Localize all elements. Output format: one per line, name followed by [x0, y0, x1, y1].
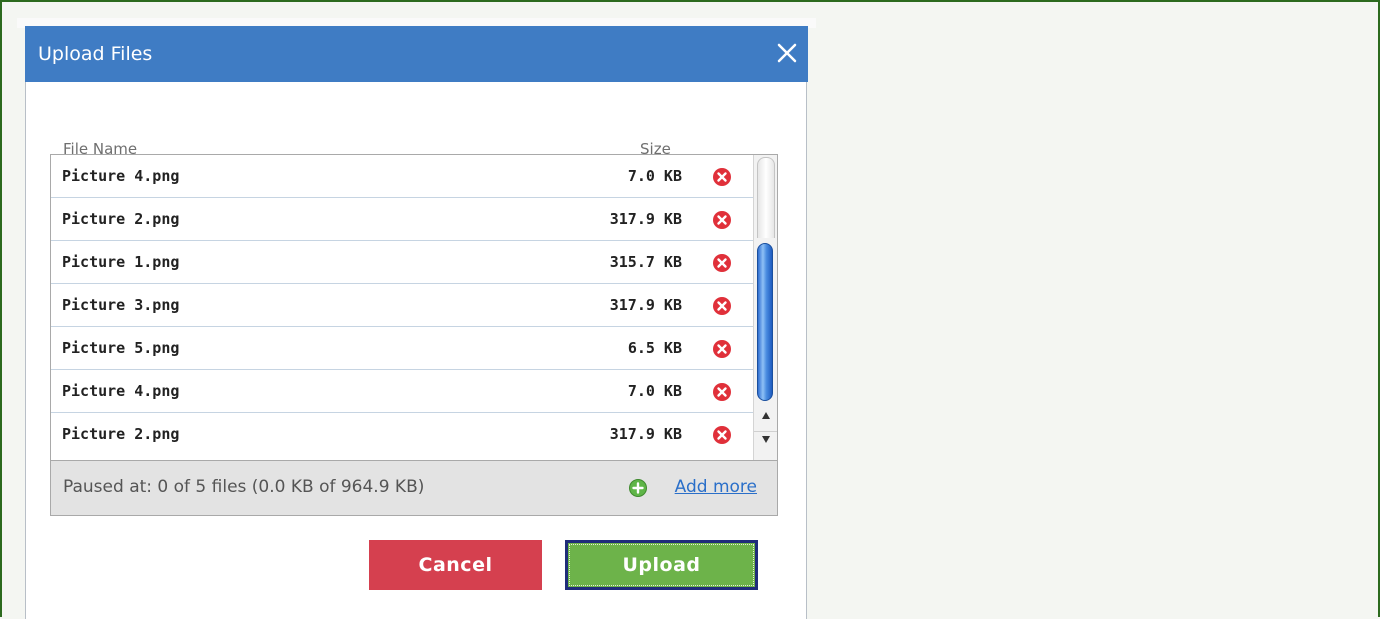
- upload-status-text: Paused at: 0 of 5 files (0.0 KB of 964.9…: [63, 477, 425, 497]
- close-icon: [777, 43, 797, 63]
- remove-file-icon[interactable]: [712, 425, 732, 445]
- file-size: 315.7 KB: [609, 253, 682, 271]
- remove-file-icon[interactable]: [712, 167, 732, 187]
- upload-status-bar: Paused at: 0 of 5 files (0.0 KB of 964.9…: [50, 460, 778, 516]
- dialog-title: Upload Files: [38, 43, 153, 65]
- file-row: Picture 4.png 7.0 KB: [51, 370, 754, 413]
- remove-file-icon[interactable]: [712, 339, 732, 359]
- vertical-scrollbar[interactable]: [753, 155, 777, 460]
- file-size: 7.0 KB: [627, 167, 682, 185]
- file-row: Picture 1.png 315.7 KB: [51, 241, 754, 284]
- file-row: Picture 2.png 317.9 KB: [51, 413, 754, 456]
- file-row: Picture 5.png 6.5 KB: [51, 327, 754, 370]
- file-name: Picture 4.png: [62, 382, 180, 400]
- file-name: Picture 2.png: [62, 210, 180, 228]
- remove-file-icon[interactable]: [712, 210, 732, 230]
- file-row: Picture 4.png 7.0 KB: [51, 155, 754, 198]
- file-name: Picture 4.png: [62, 167, 180, 185]
- remove-file-icon[interactable]: [712, 382, 732, 402]
- file-name: Picture 5.png: [62, 339, 180, 357]
- remove-file-icon[interactable]: [712, 296, 732, 316]
- add-icon[interactable]: [628, 478, 648, 498]
- scrollbar-track[interactable]: [757, 157, 775, 238]
- add-more-link[interactable]: Add more: [675, 477, 757, 497]
- scrollbar-thumb[interactable]: [757, 243, 773, 401]
- scroll-down-button[interactable]: [754, 431, 777, 452]
- file-size: 317.9 KB: [609, 425, 682, 443]
- file-name: Picture 2.png: [62, 425, 180, 443]
- remove-file-icon[interactable]: [712, 253, 732, 273]
- file-row: Picture 3.png 317.9 KB: [51, 284, 754, 327]
- file-list[interactable]: Picture 4.png 7.0 KB Picture 2.png 317.9…: [50, 154, 778, 460]
- file-row: Picture 2.png 317.9 KB: [51, 198, 754, 241]
- file-name: Picture 1.png: [62, 253, 180, 271]
- file-size: 7.0 KB: [627, 382, 682, 400]
- cancel-button[interactable]: Cancel: [369, 540, 542, 590]
- arrow-up-icon: [761, 412, 770, 419]
- arrow-down-icon: [761, 436, 770, 443]
- upload-files-dialog: Upload Files File Name Size Picture 4.pn…: [25, 26, 808, 619]
- close-button[interactable]: [772, 38, 802, 68]
- file-name: Picture 3.png: [62, 296, 180, 314]
- dialog-title-bar: Upload Files: [25, 26, 808, 82]
- file-size: 6.5 KB: [627, 339, 682, 357]
- upload-button[interactable]: Upload: [565, 540, 758, 590]
- file-size: 317.9 KB: [609, 296, 682, 314]
- scroll-up-button[interactable]: [754, 409, 777, 429]
- file-size: 317.9 KB: [609, 210, 682, 228]
